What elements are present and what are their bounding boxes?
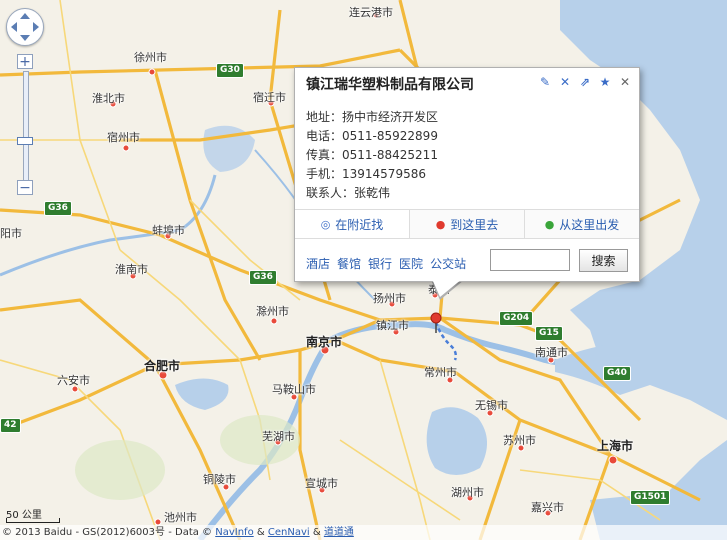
tab-start-here[interactable]: ● 从这里出发 <box>524 210 639 238</box>
city-label: 无锡市 <box>475 399 508 412</box>
link-restaurant[interactable]: 餐馆 <box>337 255 361 272</box>
quick-search-links: 酒店 餐馆 银行 医院 公交站 <box>306 255 466 272</box>
pan-left-icon[interactable] <box>11 22 17 32</box>
search-icon: ◎ <box>320 217 331 231</box>
edit-icon[interactable]: ✎ <box>539 75 551 89</box>
pan-down-icon[interactable] <box>20 35 30 41</box>
city-label: 池州市 <box>164 511 197 524</box>
pin-red-icon: ● <box>435 217 446 231</box>
city-label: 马鞍山市 <box>272 383 316 396</box>
highway-shield: 42 <box>0 418 21 433</box>
city-label: 铜陵市 <box>203 473 236 486</box>
city-label: 滁州市 <box>256 305 289 318</box>
star-icon[interactable]: ★ <box>599 75 611 89</box>
copyright-separator: & <box>312 527 321 538</box>
fax-row: 传真：0511-88425211 <box>306 148 438 162</box>
zoom-in-button[interactable]: + <box>17 54 33 69</box>
park-area <box>75 440 165 500</box>
highway-shield: G15 <box>535 326 563 341</box>
pin-green-icon: ● <box>544 217 555 231</box>
city-label: 镇江市 <box>376 319 409 332</box>
city-label: 阳市 <box>0 227 22 240</box>
close-icon[interactable]: ✕ <box>619 75 631 89</box>
pan-control[interactable] <box>6 8 44 46</box>
city-label: 上海市 <box>597 439 634 453</box>
delete-icon[interactable]: ✕ <box>559 75 571 89</box>
highway-shield: G36 <box>44 201 72 216</box>
navinfo-link[interactable]: NavInfo <box>215 527 253 538</box>
copyright-separator: & <box>256 527 265 538</box>
info-window-title: 镇江瑞华塑料制品有限公司 <box>306 77 474 93</box>
mobile-row: 手机：13914579586 <box>306 167 426 181</box>
info-details: 地址：扬中市经济开发区 电话：0511-85922899 传真：0511-884… <box>306 108 438 203</box>
address-row: 地址：扬中市经济开发区 <box>306 110 439 124</box>
city-label: 宣城市 <box>305 477 338 490</box>
city-label: 常州市 <box>424 366 457 379</box>
highway-shield: G40 <box>603 366 631 381</box>
tab-nearby[interactable]: ◎ 在附近找 <box>295 210 409 238</box>
tab-label: 从这里出发 <box>559 217 620 232</box>
city-label: 嘉兴市 <box>531 501 564 514</box>
city-label: 淮南市 <box>115 263 148 276</box>
highway-shield: G30 <box>216 63 244 78</box>
link-bank[interactable]: 银行 <box>368 255 392 272</box>
info-tabs: ◎ 在附近找 ● 到这里去 ● 从这里出发 <box>295 209 639 239</box>
zoom-out-button[interactable]: − <box>17 180 33 195</box>
city-label: 芜湖市 <box>262 430 295 443</box>
daodaotong-link[interactable]: 道道通 <box>324 527 354 538</box>
city-label: 徐州市 <box>134 51 167 64</box>
city-label: 宿迁市 <box>253 91 286 104</box>
city-label: 连云港市 <box>349 6 393 19</box>
highway-shield: G1501 <box>630 490 671 505</box>
highway-shield: G36 <box>249 270 277 285</box>
chaohu-lake <box>175 378 229 410</box>
city-label: 宿州市 <box>107 131 140 144</box>
info-window-tail <box>432 279 462 297</box>
city-label: 六安市 <box>57 374 90 387</box>
link-bus-stop[interactable]: 公交站 <box>430 255 466 272</box>
map-view[interactable]: 连云港市 徐州市 淮北市 宿迁市 宿州市 蚌埠市 淮南市 滁州市 扬州市 泰州 … <box>0 0 727 540</box>
copyright-bar: © 2013 Baidu - GS(2012)6003号 - Data © Na… <box>0 525 727 540</box>
nearby-search-input[interactable] <box>490 249 570 271</box>
city-label: 苏州市 <box>503 434 536 447</box>
tab-go-here[interactable]: ● 到这里去 <box>409 210 524 238</box>
share-icon[interactable]: ⇗ <box>579 75 591 89</box>
pan-up-icon[interactable] <box>20 13 30 19</box>
zoom-slider[interactable] <box>23 71 29 181</box>
tab-label: 在附近找 <box>335 217 384 232</box>
info-window: 镇江瑞华塑料制品有限公司 ✎ ✕ ⇗ ★ ✕ 地址：扬中市经济开发区 电话：05… <box>294 67 640 282</box>
cennavi-link[interactable]: CenNavi <box>268 527 310 538</box>
city-label: 南通市 <box>535 346 568 359</box>
link-hospital[interactable]: 医院 <box>399 255 423 272</box>
city-label: 扬州市 <box>373 292 406 305</box>
taihu-lake <box>426 407 488 475</box>
link-hotel[interactable]: 酒店 <box>306 255 330 272</box>
city-label: 南京市 <box>306 335 343 349</box>
contact-row: 联系人：张乾伟 <box>306 186 391 200</box>
city-label: 蚌埠市 <box>152 224 185 237</box>
search-button[interactable]: 搜索 <box>579 249 628 272</box>
city-label: 合肥市 <box>144 359 181 373</box>
copyright-text: © 2013 Baidu - GS(2012)6003号 - Data © <box>2 527 213 538</box>
zoom-slider-handle[interactable] <box>17 137 33 145</box>
info-window-toolbar: ✎ ✕ ⇗ ★ ✕ <box>539 75 631 89</box>
scale-bar <box>6 518 60 523</box>
city-label: 淮北市 <box>92 92 125 105</box>
phone-row: 电话：0511-85922899 <box>306 129 438 143</box>
tab-label: 到这里去 <box>450 217 499 232</box>
pan-right-icon[interactable] <box>33 22 39 32</box>
city-label: 湖州市 <box>451 486 484 499</box>
highway-shield: G204 <box>499 311 534 326</box>
